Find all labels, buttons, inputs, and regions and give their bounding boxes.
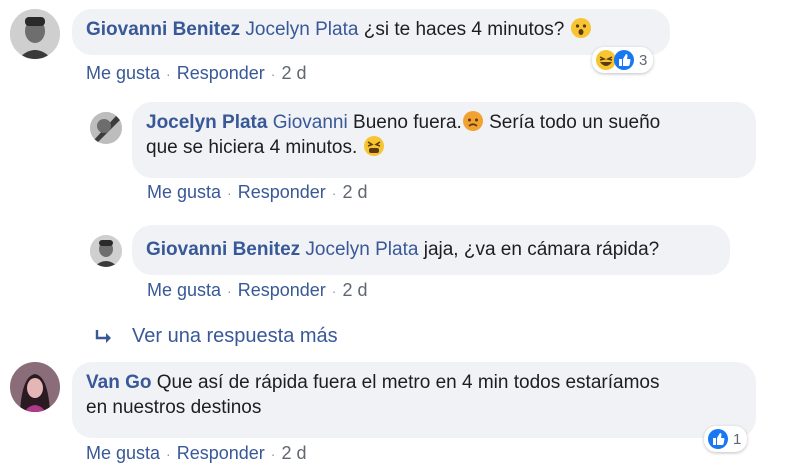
comment-actions: Me gusta · Responder · 2 d bbox=[86, 443, 307, 463]
comment-author[interactable]: Jocelyn Plata bbox=[146, 112, 267, 133]
timestamp[interactable]: 2 d bbox=[281, 443, 306, 463]
reply-button[interactable]: Responder bbox=[177, 443, 265, 463]
reply-button[interactable]: Responder bbox=[177, 63, 265, 83]
frowning-face-emoji bbox=[462, 110, 484, 132]
like-icon bbox=[707, 428, 729, 450]
avatar-jocelyn[interactable] bbox=[90, 112, 122, 144]
reply-actions: Me gusta · Responder · 2 d bbox=[147, 182, 368, 202]
avatar-van-go[interactable] bbox=[10, 362, 60, 412]
mention-tag[interactable]: Giovanni bbox=[273, 112, 348, 133]
comment-actions: Me gusta · Responder · 2 d bbox=[86, 63, 307, 83]
mention-tag[interactable]: Jocelyn Plata bbox=[305, 239, 418, 260]
like-button[interactable]: Me gusta bbox=[147, 182, 221, 202]
comment-author[interactable]: Giovanni Benitez bbox=[146, 239, 300, 260]
like-button[interactable]: Me gusta bbox=[86, 63, 160, 83]
like-button[interactable]: Me gusta bbox=[147, 280, 221, 300]
reaction-summary[interactable]: 3 bbox=[592, 47, 654, 73]
view-more-replies-link[interactable]: Ver una respuesta más bbox=[94, 325, 338, 348]
comment-text-line2: que se hiciera 4 minutos. bbox=[146, 137, 358, 158]
reply-bubble: Jocelyn Plata Giovanni Bueno fuera. Serí… bbox=[132, 102, 756, 178]
reply-actions: Me gusta · Responder · 2 d bbox=[147, 280, 368, 300]
comment-text: ¿si te haces 4 minutos? bbox=[363, 19, 565, 40]
comment-text-line2: en nuestros destinos bbox=[86, 397, 262, 418]
reply-arrow-icon bbox=[94, 327, 116, 347]
comment-bubble: Van Go Que así de rápida fuera el metro … bbox=[72, 362, 756, 438]
like-button[interactable]: Me gusta bbox=[86, 443, 160, 463]
comment-text: jaja, ¿va en cámara rápida? bbox=[423, 239, 660, 260]
surprised-face-emoji bbox=[570, 17, 592, 39]
comment-text-line1b: Sería todo un sueño bbox=[483, 112, 661, 133]
comment-text-line1: Que así de rápida fuera el metro en 4 mi… bbox=[156, 372, 660, 393]
timestamp[interactable]: 2 d bbox=[281, 63, 306, 83]
timestamp[interactable]: 2 d bbox=[342, 182, 367, 202]
reply-button[interactable]: Responder bbox=[238, 182, 326, 202]
view-more-replies-label[interactable]: Ver una respuesta más bbox=[132, 325, 338, 348]
reply-bubble: Giovanni Benitez Jocelyn Plata jaja, ¿va… bbox=[132, 225, 730, 275]
comment-text-line1: Bueno fuera. bbox=[353, 112, 462, 133]
reaction-count: 3 bbox=[639, 51, 648, 69]
tired-face-emoji bbox=[363, 135, 385, 157]
mention-tag[interactable]: Jocelyn Plata bbox=[245, 19, 358, 40]
like-icon bbox=[613, 49, 635, 71]
reaction-summary[interactable]: 1 bbox=[704, 426, 748, 452]
timestamp[interactable]: 2 d bbox=[342, 280, 367, 300]
avatar-giovanni[interactable] bbox=[10, 9, 60, 59]
comment-bubble: Giovanni Benitez Jocelyn Plata ¿si te ha… bbox=[72, 9, 670, 55]
comment-author[interactable]: Van Go bbox=[86, 372, 151, 393]
reaction-count: 1 bbox=[733, 430, 742, 448]
avatar-giovanni-small[interactable] bbox=[90, 235, 122, 267]
comment-author[interactable]: Giovanni Benitez bbox=[86, 19, 240, 40]
reply-button[interactable]: Responder bbox=[238, 280, 326, 300]
